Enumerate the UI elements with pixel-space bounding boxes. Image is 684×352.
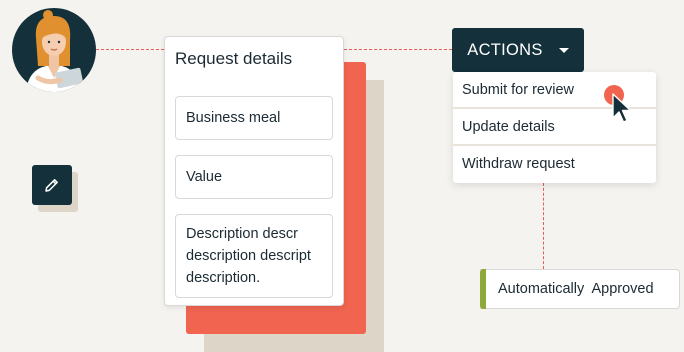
connector-card-actions (344, 49, 452, 50)
edit-button[interactable] (32, 165, 72, 205)
status-badge: Automatically Approved (480, 269, 680, 309)
actions-button-label: ACTIONS (467, 40, 543, 59)
field-value[interactable]: Value (175, 155, 333, 199)
status-indicator (480, 269, 486, 309)
connector-menu-status (543, 183, 544, 269)
connector-avatar-card (96, 49, 164, 50)
request-details-card: Request details Business meal Value Desc… (164, 36, 344, 306)
actions-button[interactable]: ACTIONS (452, 28, 584, 72)
actions-menu: Submit for review Update details Withdra… (453, 72, 656, 183)
card-title: Request details (175, 49, 293, 68)
user-avatar (12, 8, 96, 92)
menu-item-withdraw-request[interactable]: Withdraw request (453, 146, 656, 182)
pencil-icon (45, 179, 58, 192)
mouse-pointer-icon (612, 93, 632, 123)
user-avatar-illustration (26, 10, 84, 92)
field-category[interactable]: Business meal (175, 96, 333, 140)
field-description[interactable]: Description descr description descript d… (175, 214, 333, 298)
caret-down-icon (558, 47, 569, 53)
